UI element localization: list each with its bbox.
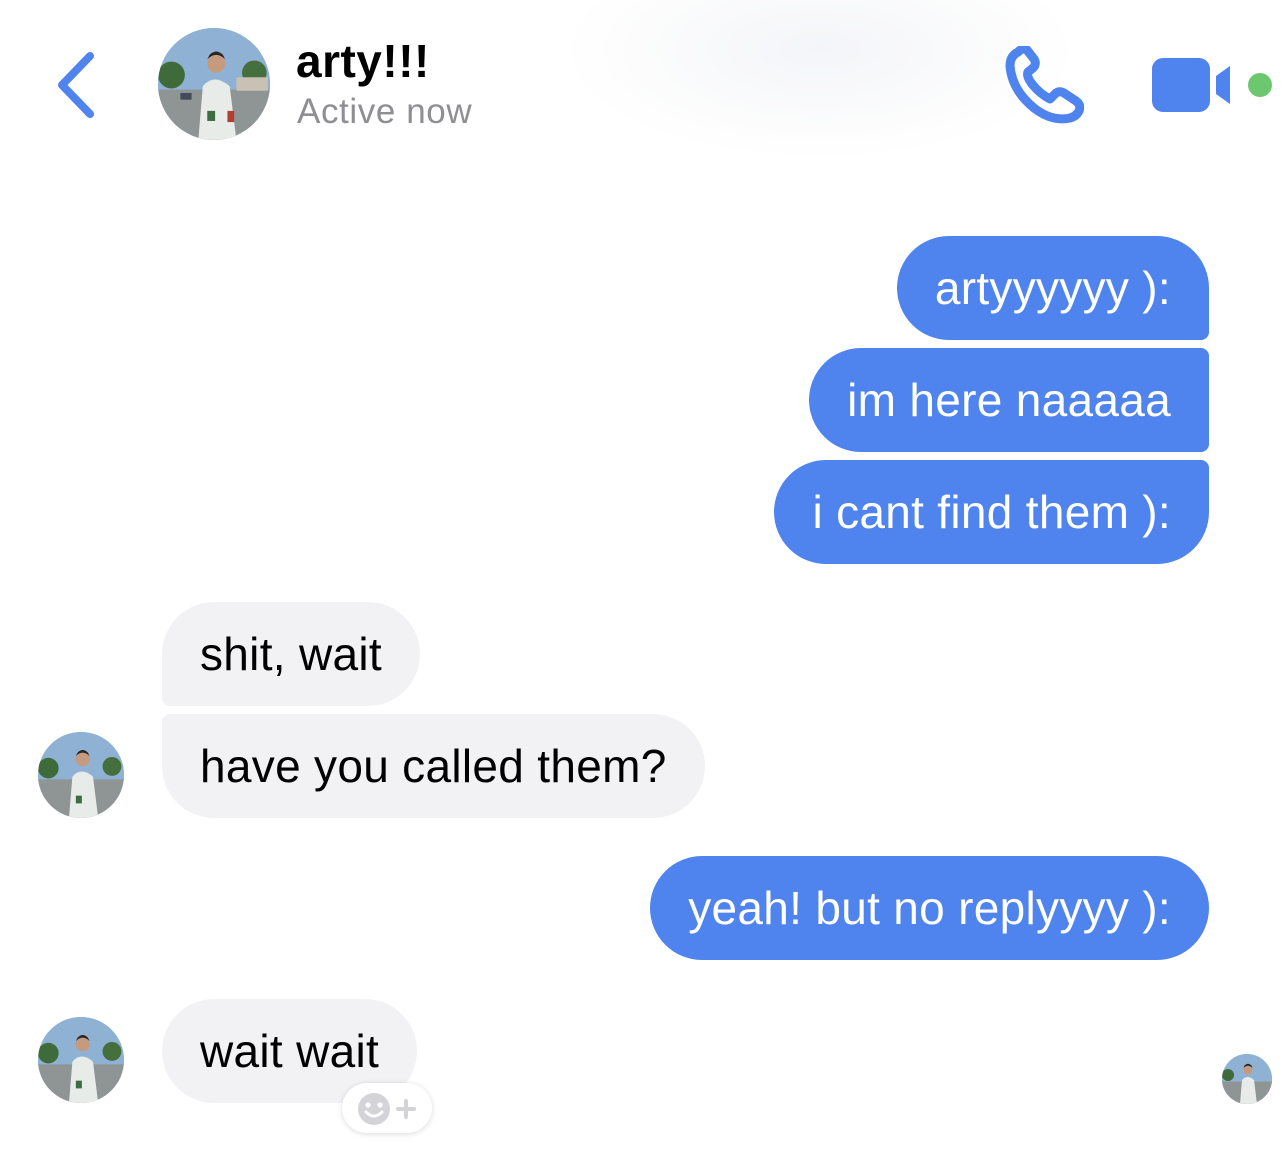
incoming-message[interactable]: have you called them? — [162, 714, 705, 818]
outgoing-message[interactable]: im here naaaaa — [809, 348, 1209, 452]
video-call-button[interactable] — [1150, 56, 1236, 114]
read-receipt-avatar — [1222, 1054, 1272, 1104]
smiley-plus-icon — [358, 1093, 416, 1125]
add-reaction-button[interactable] — [342, 1083, 432, 1133]
outgoing-message[interactable]: yeah! but no replyyyy ): — [650, 856, 1209, 960]
sender-avatar — [38, 1017, 124, 1103]
online-indicator — [1248, 73, 1272, 97]
sender-avatar — [38, 732, 124, 818]
header-background — [560, 0, 1080, 160]
contact-avatar[interactable] — [158, 28, 270, 140]
contact-name[interactable]: arty!!! — [296, 34, 430, 88]
outgoing-message[interactable]: artyyyyyy ): — [896, 236, 1209, 340]
back-button[interactable] — [50, 48, 106, 122]
incoming-message[interactable]: shit, wait — [162, 602, 420, 706]
conversation-header: arty!!! Active now — [0, 0, 1284, 160]
active-status: Active now — [297, 92, 473, 131]
phone-icon — [1005, 44, 1085, 124]
outgoing-message[interactable]: i cant find them ): — [774, 460, 1209, 564]
video-camera-icon — [1152, 58, 1230, 112]
chevron-left-icon — [58, 52, 94, 118]
audio-call-button[interactable] — [1004, 44, 1085, 124]
